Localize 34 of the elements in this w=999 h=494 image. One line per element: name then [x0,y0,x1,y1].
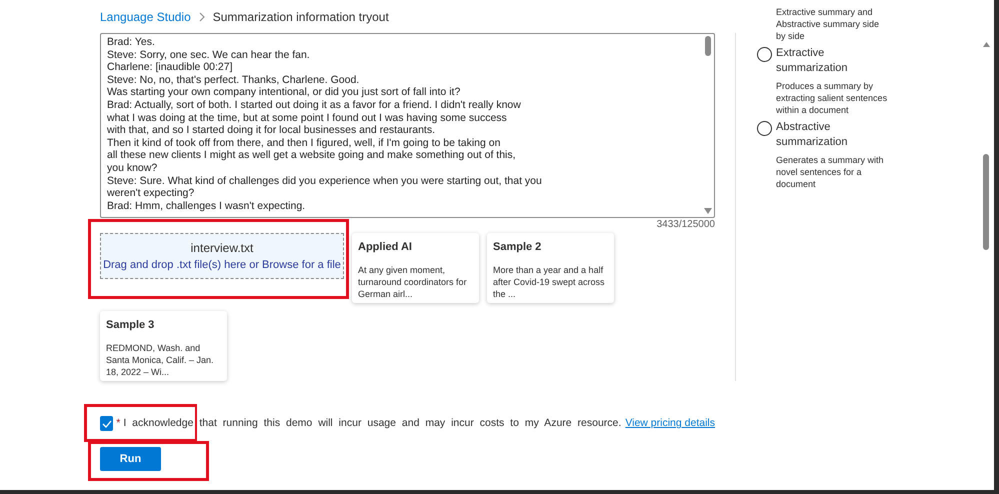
radio-button[interactable] [757,121,772,136]
card-title: Applied AI [358,240,413,255]
pricing-link[interactable]: View pricing details [625,416,715,432]
chevron-icon [198,12,205,22]
sample-card[interactable]: Sample 2 More than a year and a half after Covid-19 swept across the ... [487,233,614,303]
breadcrumb-link[interactable]: Language Studio [100,8,191,26]
card-excerpt: REDMOND, Wash. and Santa Monica, Calif. – Jan. 18, 2022 – Wi... [106,342,215,378]
radio-button[interactable] [757,47,772,62]
character-counter: 3433/125000 [656,218,715,232]
scrollbar-thumb[interactable] [705,36,711,56]
option-label[interactable]: Abstractive summarization [776,120,866,150]
option-description: Extractive summary and Abstractive summary side by side [776,6,880,42]
scroll-down-icon[interactable] [704,208,712,214]
page-title: Summarization information tryout [212,8,389,26]
acknowledge-text: I acknowledge that running this demo will incur usage and may incur costs to my Azure resource. [123,416,622,431]
card-excerpt: More than a year and a half after Covid-19 swept across the ... [493,264,606,300]
text-input-field[interactable]: Brad: Yes. Steve: Sorry, one sec. We can hear the fan. Charlene: [inaudible 00:27] Steve: No, no, that's perfect. Thanks, Charlene. Good. Was starting your own company intentional, or did you just sort of fall into it? Brad: Actually, sort of both. I started out doing it as a favor for a friend. I didn't really know what I was doing at the time, but at some point I found out I was having some success with that, and so I started doing it for local businesses and restaurants. Then it kind of took off from there, and then I figured, well, if I'm going to be taking on all these new clients I might as well get a website going and make something out of this, you know? Steve: Sure. What kind of challenges did you experience when you were starting out, that you weren't expecting? Brad: Hmm, challenges I wasn't expecting. [100,33,715,218]
checkbox[interactable] [100,416,114,432]
option-label[interactable]: Extractive summarization [776,46,866,76]
required-mark: * [116,416,120,431]
check-icon [102,420,112,428]
scroll-up-icon[interactable] [983,42,990,47]
card-title: Sample 2 [493,240,542,255]
run-button[interactable]: Run [100,446,161,471]
card-excerpt: At any given moment, turnaround coordinators for German airl... [358,264,468,300]
sample-card[interactable]: Sample 3 REDMOND, Wash. and Santa Monica, Calif. – Jan. 18, 2022 – Wi... [100,311,227,381]
file-drop-zone[interactable]: interview.txt Drag and drop .txt file(s) here or Browse for a file [100,233,344,279]
option-description: Generates a summary with novel sentences for a document [776,154,885,190]
scrollbar-thumb[interactable] [983,154,989,250]
option-description: Produces a summary by extracting salient sentences within a document [776,80,888,116]
file-name: interview.txt [190,240,254,257]
sample-card[interactable]: Applied AI At any given moment, turnaround coordinators for German airl... [352,233,479,303]
drop-hint: Drag and drop .txt file(s) here or Browse for a file [103,258,341,273]
card-title: Sample 3 [106,318,156,333]
